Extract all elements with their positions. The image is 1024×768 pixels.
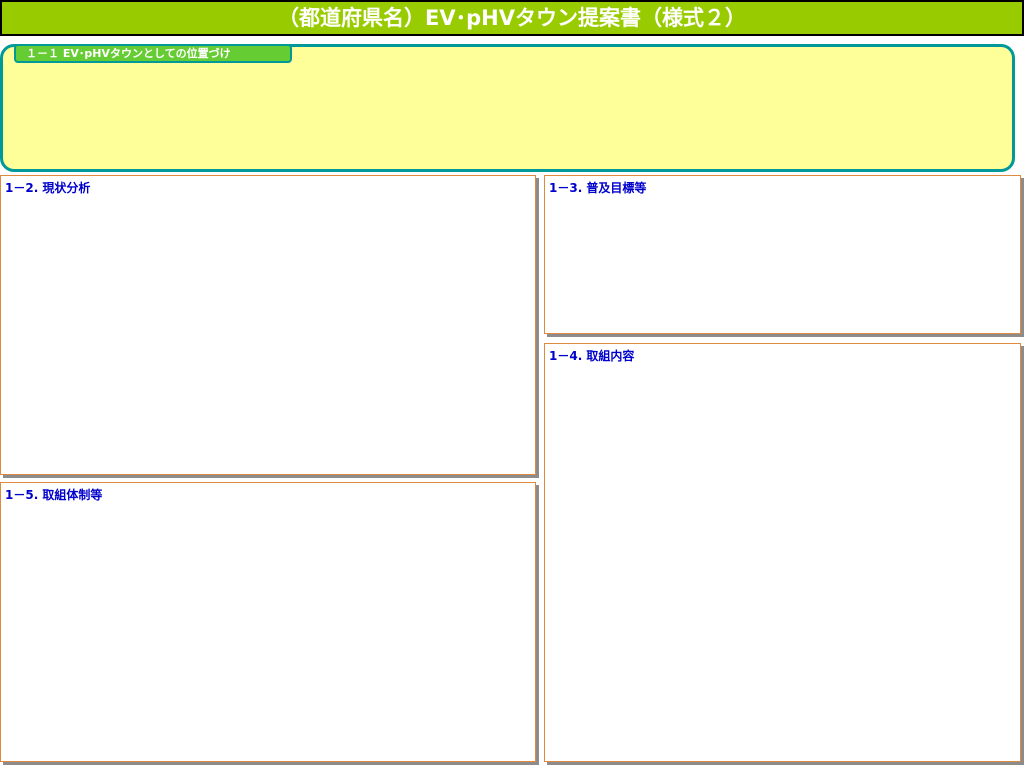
initiatives-heading: 1－4. 取組内容 xyxy=(549,349,635,363)
positioning-section-label: １－１ EV･pHVタウンとしての位置づけ xyxy=(14,44,292,63)
current-status-analysis-panel: 1－2. 現状分析 xyxy=(0,175,536,475)
implementation-structure-panel: 1－5. 取組体制等 xyxy=(0,482,536,762)
implementation-structure-heading: 1－5. 取組体制等 xyxy=(5,488,103,502)
proposal-slide: （都道府県名）EV･pHVタウン提案書（様式２） １－１ EV･pHVタウンとし… xyxy=(0,0,1024,768)
current-status-analysis-heading: 1－2. 現状分析 xyxy=(5,181,91,195)
positioning-section-box xyxy=(0,44,1015,172)
adoption-targets-panel: 1－3. 普及目標等 xyxy=(544,175,1021,334)
initiatives-panel: 1－4. 取組内容 xyxy=(544,343,1021,762)
adoption-targets-heading: 1－3. 普及目標等 xyxy=(549,181,647,195)
page-title: （都道府県名）EV･pHVタウン提案書（様式２） xyxy=(0,0,1024,36)
